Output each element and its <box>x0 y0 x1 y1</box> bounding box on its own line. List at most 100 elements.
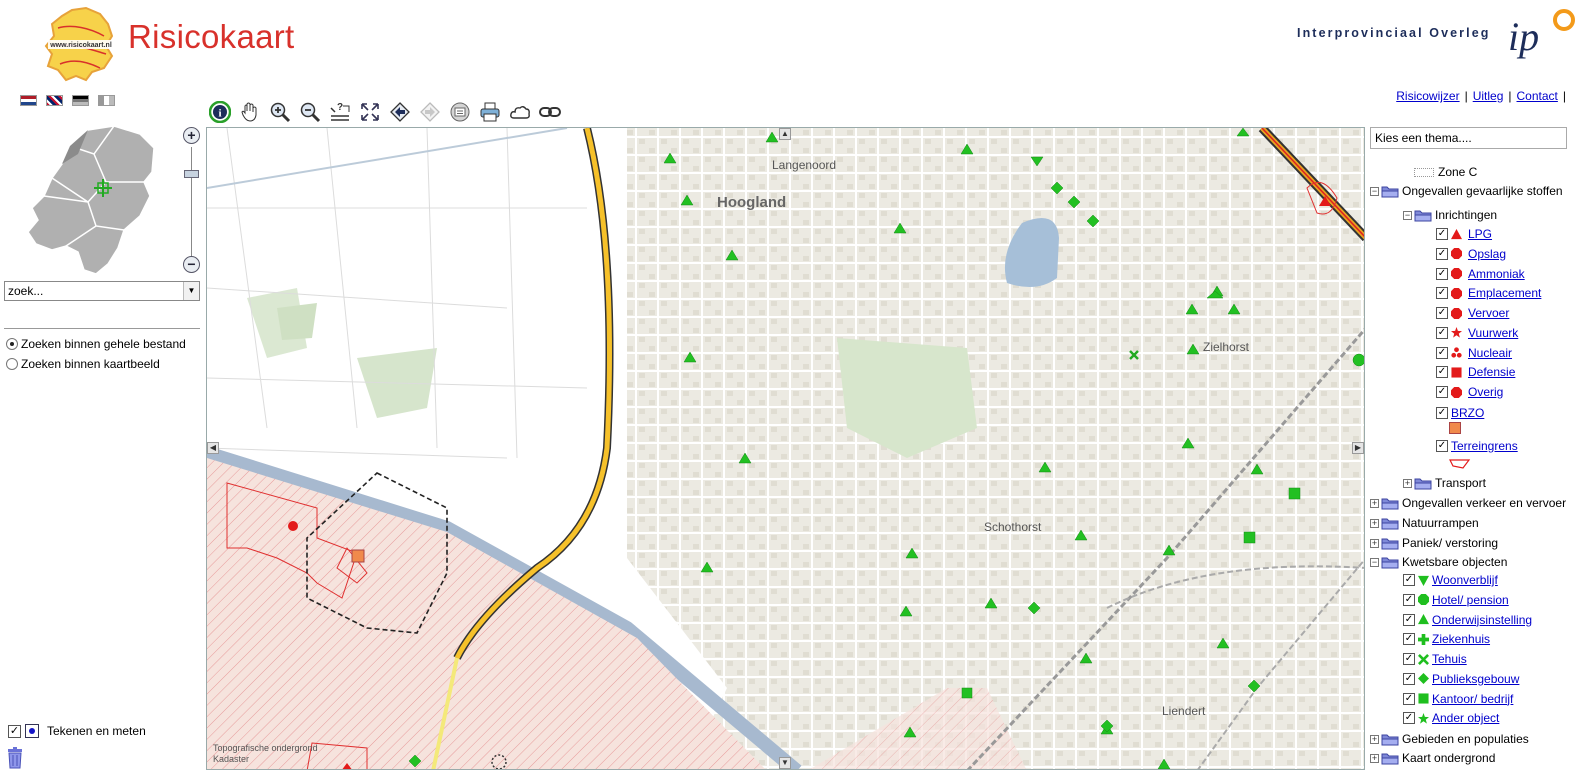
layer-item-label[interactable]: LPG <box>1468 227 1492 241</box>
layer-item-ander-object: ✓ Ander object <box>1403 710 1499 726</box>
expand-icon[interactable]: + <box>1403 478 1412 488</box>
layer-checkbox[interactable]: ✓ <box>1436 386 1448 398</box>
map-canvas[interactable]: Langenoord Hoogland Zielhorst Schothorst… <box>206 127 1365 770</box>
layer-checkbox[interactable]: ✓ <box>1403 633 1415 646</box>
pan-east-button[interactable]: ▶ <box>1352 442 1364 454</box>
zoom-track[interactable] <box>191 147 192 259</box>
flag-de-icon[interactable] <box>72 95 89 106</box>
tool-link[interactable] <box>537 100 562 125</box>
layer-item-label[interactable]: Defensie <box>1468 365 1515 379</box>
layer-item-label[interactable]: Terreingrens <box>1451 439 1518 453</box>
zoom-handle[interactable] <box>184 169 199 178</box>
collapse-icon[interactable]: − <box>1370 186 1379 196</box>
tool-query[interactable]: ? <box>327 100 352 125</box>
folder-icon <box>1381 518 1399 529</box>
layer-checkbox[interactable]: ✓ <box>1436 307 1448 319</box>
layer-item-label[interactable]: Tehuis <box>1432 652 1467 666</box>
layer-item-label[interactable]: BRZO <box>1451 406 1484 420</box>
trash-icon[interactable] <box>6 747 24 769</box>
zoom-minus-button[interactable]: − <box>183 256 200 273</box>
draw-point-icon[interactable] <box>25 724 39 738</box>
collapse-icon[interactable]: − <box>1403 210 1412 220</box>
layer-checkbox[interactable]: ✓ <box>1436 440 1448 452</box>
collapse-icon[interactable]: − <box>1370 557 1379 567</box>
layer-item-label[interactable]: Overig <box>1468 385 1503 399</box>
layer-checkbox[interactable]: ✓ <box>1436 267 1448 280</box>
layer-item-label[interactable]: Publieksgebouw <box>1432 672 1519 686</box>
tool-zoom-in[interactable] <box>267 100 292 125</box>
layer-item-label[interactable]: Nucleair <box>1468 346 1512 360</box>
radio-view[interactable] <box>6 358 18 370</box>
layer-item-label[interactable]: Vervoer <box>1468 306 1509 320</box>
draw-measure: ✓ Tekenen en meten <box>8 724 146 738</box>
layer-checkbox[interactable]: ✓ <box>1436 326 1448 339</box>
copyright-line: Topografische ondergrond <box>213 743 318 753</box>
search-option-all[interactable]: Zoeken binnen gehele bestand <box>6 337 186 351</box>
ipo-logo[interactable]: ip <box>1506 6 1576 66</box>
link-uitleg[interactable]: Uitleg <box>1473 89 1504 103</box>
flag-fr-icon[interactable] <box>98 95 115 106</box>
ipo-name: Interprovinciaal Overleg <box>1297 26 1491 40</box>
cloud-icon <box>509 106 530 119</box>
layer-item-label[interactable]: Ziekenhuis <box>1432 632 1490 646</box>
tool-info[interactable]: i <box>207 100 232 125</box>
expand-icon[interactable]: + <box>1370 518 1379 528</box>
layer-item-label[interactable]: Hotel/ pension <box>1432 593 1509 607</box>
layer-checkbox[interactable]: ✓ <box>1436 407 1448 419</box>
zoom-plus-button[interactable]: + <box>183 127 200 144</box>
layer-checkbox[interactable]: ✓ <box>1436 247 1448 260</box>
pan-south-button[interactable]: ▼ <box>779 757 791 769</box>
flag-nl-icon[interactable] <box>20 95 37 106</box>
expand-icon[interactable]: + <box>1370 753 1379 763</box>
layer-checkbox[interactable]: ✓ <box>1403 672 1415 685</box>
folder-icon <box>1414 210 1432 221</box>
print-icon <box>480 102 499 122</box>
pan-north-button[interactable]: ▲ <box>779 128 791 140</box>
link-contact[interactable]: Contact <box>1517 89 1558 103</box>
layer-item-label[interactable]: Opslag <box>1468 247 1506 261</box>
layer-checkbox[interactable]: ✓ <box>1403 593 1415 606</box>
tool-legend[interactable] <box>447 100 472 125</box>
layer-checkbox[interactable]: ✓ <box>1403 692 1415 705</box>
layer-checkbox[interactable]: ✓ <box>1403 712 1415 725</box>
layer-item-label[interactable]: Onderwijsinstelling <box>1432 613 1532 627</box>
tool-pan[interactable] <box>237 100 262 125</box>
layer-item-label[interactable]: Emplacement <box>1468 286 1541 300</box>
link-risicowijzer[interactable]: Risicowijzer <box>1396 89 1459 103</box>
expand-icon[interactable]: + <box>1370 734 1379 744</box>
chevron-down-icon[interactable]: ▼ <box>183 282 199 300</box>
layer-checkbox[interactable]: ✓ <box>1403 613 1415 626</box>
layer-checkbox[interactable]: ✓ <box>1436 346 1448 359</box>
layer-item-label[interactable]: Ammoniak <box>1468 267 1525 281</box>
tool-print[interactable] <box>477 100 502 125</box>
expand-icon[interactable]: + <box>1370 538 1379 548</box>
layer-checkbox[interactable]: ✓ <box>1403 574 1415 586</box>
radio-all[interactable] <box>6 338 18 350</box>
tool-back[interactable] <box>387 100 412 125</box>
layer-item-label[interactable]: Ander object <box>1432 711 1499 725</box>
overview-map[interactable] <box>22 124 164 278</box>
tool-full-extent[interactable] <box>357 100 382 125</box>
draw-checkbox[interactable]: ✓ <box>8 724 21 738</box>
layer-item-label[interactable]: Kantoor/ bedrijf <box>1432 692 1513 706</box>
layer-checkbox[interactable]: ✓ <box>1436 366 1448 379</box>
layer-item-label[interactable]: Vuurwerk <box>1468 326 1518 340</box>
layer-item-label[interactable]: Woonverblijf <box>1432 573 1498 587</box>
layer-group-kaart-ondergrond: + Kaart ondergrond <box>1370 750 1495 766</box>
expand-icon[interactable]: + <box>1370 498 1379 508</box>
layer-checkbox[interactable]: ✓ <box>1436 287 1448 300</box>
search-option-view[interactable]: Zoeken binnen kaartbeeld <box>6 357 160 371</box>
octagon-icon <box>1451 268 1462 279</box>
tool-cloud[interactable] <box>507 100 532 125</box>
risicokaart-logo[interactable]: www.risicokaart.nl <box>42 6 122 84</box>
flag-en-icon[interactable] <box>46 95 63 106</box>
theme-select[interactable]: Kies een thema.... <box>1370 127 1567 149</box>
tool-forward[interactable] <box>417 100 442 125</box>
layer-group-label: Ongevallen verkeer en vervoer <box>1402 496 1567 510</box>
search-input[interactable] <box>5 282 183 300</box>
tool-zoom-out[interactable] <box>297 100 322 125</box>
layer-checkbox[interactable]: ✓ <box>1403 653 1415 665</box>
forward-icon <box>419 102 440 122</box>
pan-west-button[interactable]: ◀ <box>207 442 219 454</box>
layer-checkbox[interactable]: ✓ <box>1436 228 1448 240</box>
